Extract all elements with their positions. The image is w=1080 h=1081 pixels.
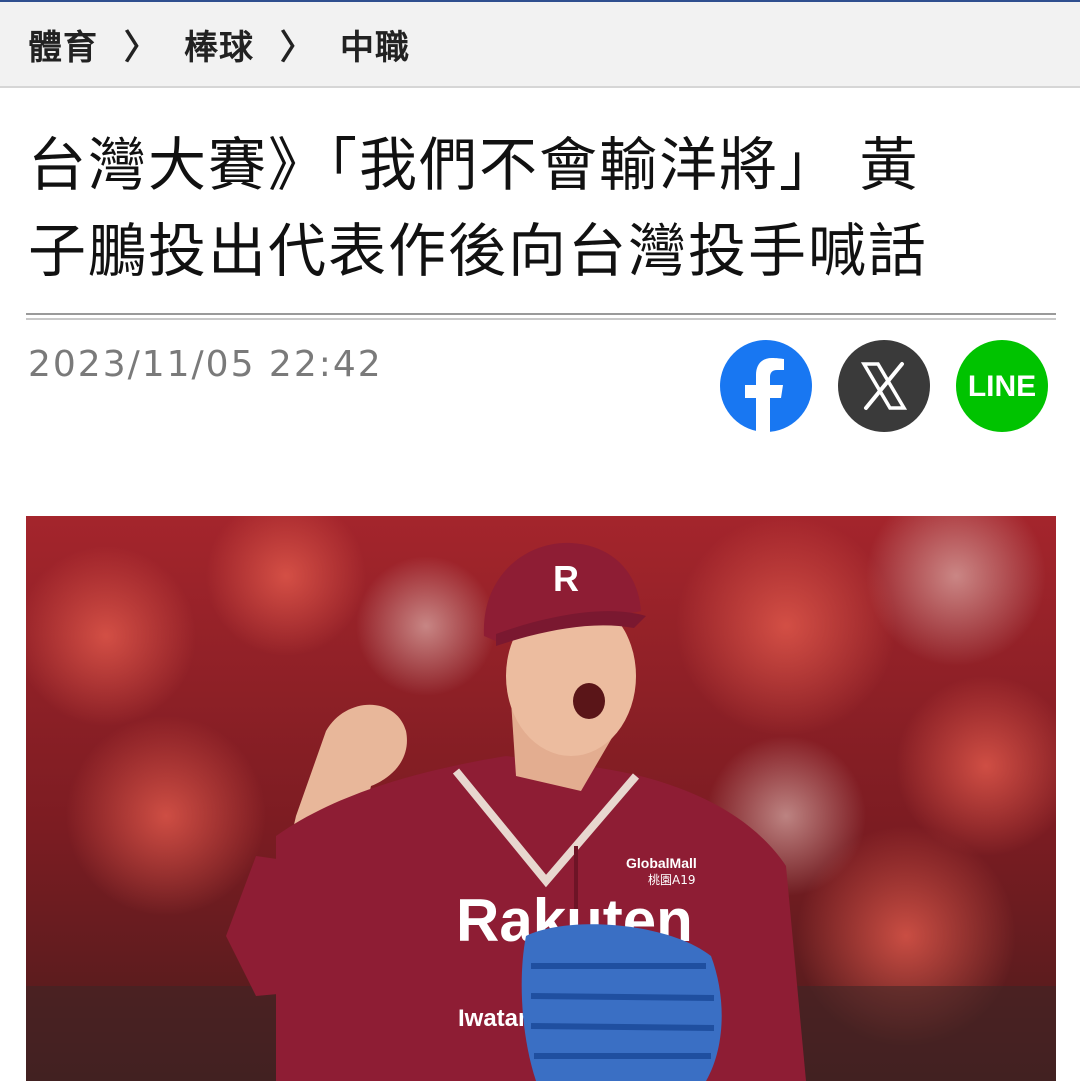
chest-sponsor-line-1: GlobalMall (626, 855, 697, 871)
chest-sponsor-line-2: 桃園A19 (648, 872, 695, 887)
x-share-button[interactable] (838, 340, 930, 432)
breadcrumb-cpbl[interactable]: 中職 (340, 20, 410, 69)
line-label: LINE (968, 370, 1036, 403)
line-share-button[interactable]: LINE (956, 340, 1048, 432)
line-icon: LINE (968, 370, 1036, 403)
cap-logo: R (553, 558, 579, 599)
title-divider-secondary (26, 318, 1056, 320)
facebook-share-button[interactable] (720, 340, 812, 432)
chevron-right-icon: 〉 (280, 27, 314, 68)
article-title-line-2: 子鵬投出代表作後向台灣投手喊話 (28, 217, 929, 285)
publish-timestamp: 2023/11/05 22:42 (28, 344, 383, 385)
article-title: 台灣大賽》「我們不會輸洋將」 黃 子鵬投出代表作後向台灣投手喊話 (28, 122, 1058, 294)
x-icon (860, 362, 908, 410)
article-title-line-1: 台灣大賽》「我們不會輸洋將」 黃 (28, 131, 920, 199)
title-divider (26, 313, 1056, 315)
pitcher-celebration-image: R Rakuten Iwatani GlobalMall 桃園A19 (26, 516, 1056, 1081)
facebook-icon (745, 358, 784, 432)
article-hero-photo: R Rakuten Iwatani GlobalMall 桃園A19 (26, 516, 1056, 1081)
breadcrumb-baseball[interactable]: 棒球 (184, 20, 254, 69)
breadcrumb: 體育 〉 棒球 〉 中職 (0, 2, 1080, 88)
breadcrumb-sports[interactable]: 體育 (28, 20, 98, 69)
chevron-right-icon: 〉 (124, 27, 158, 68)
